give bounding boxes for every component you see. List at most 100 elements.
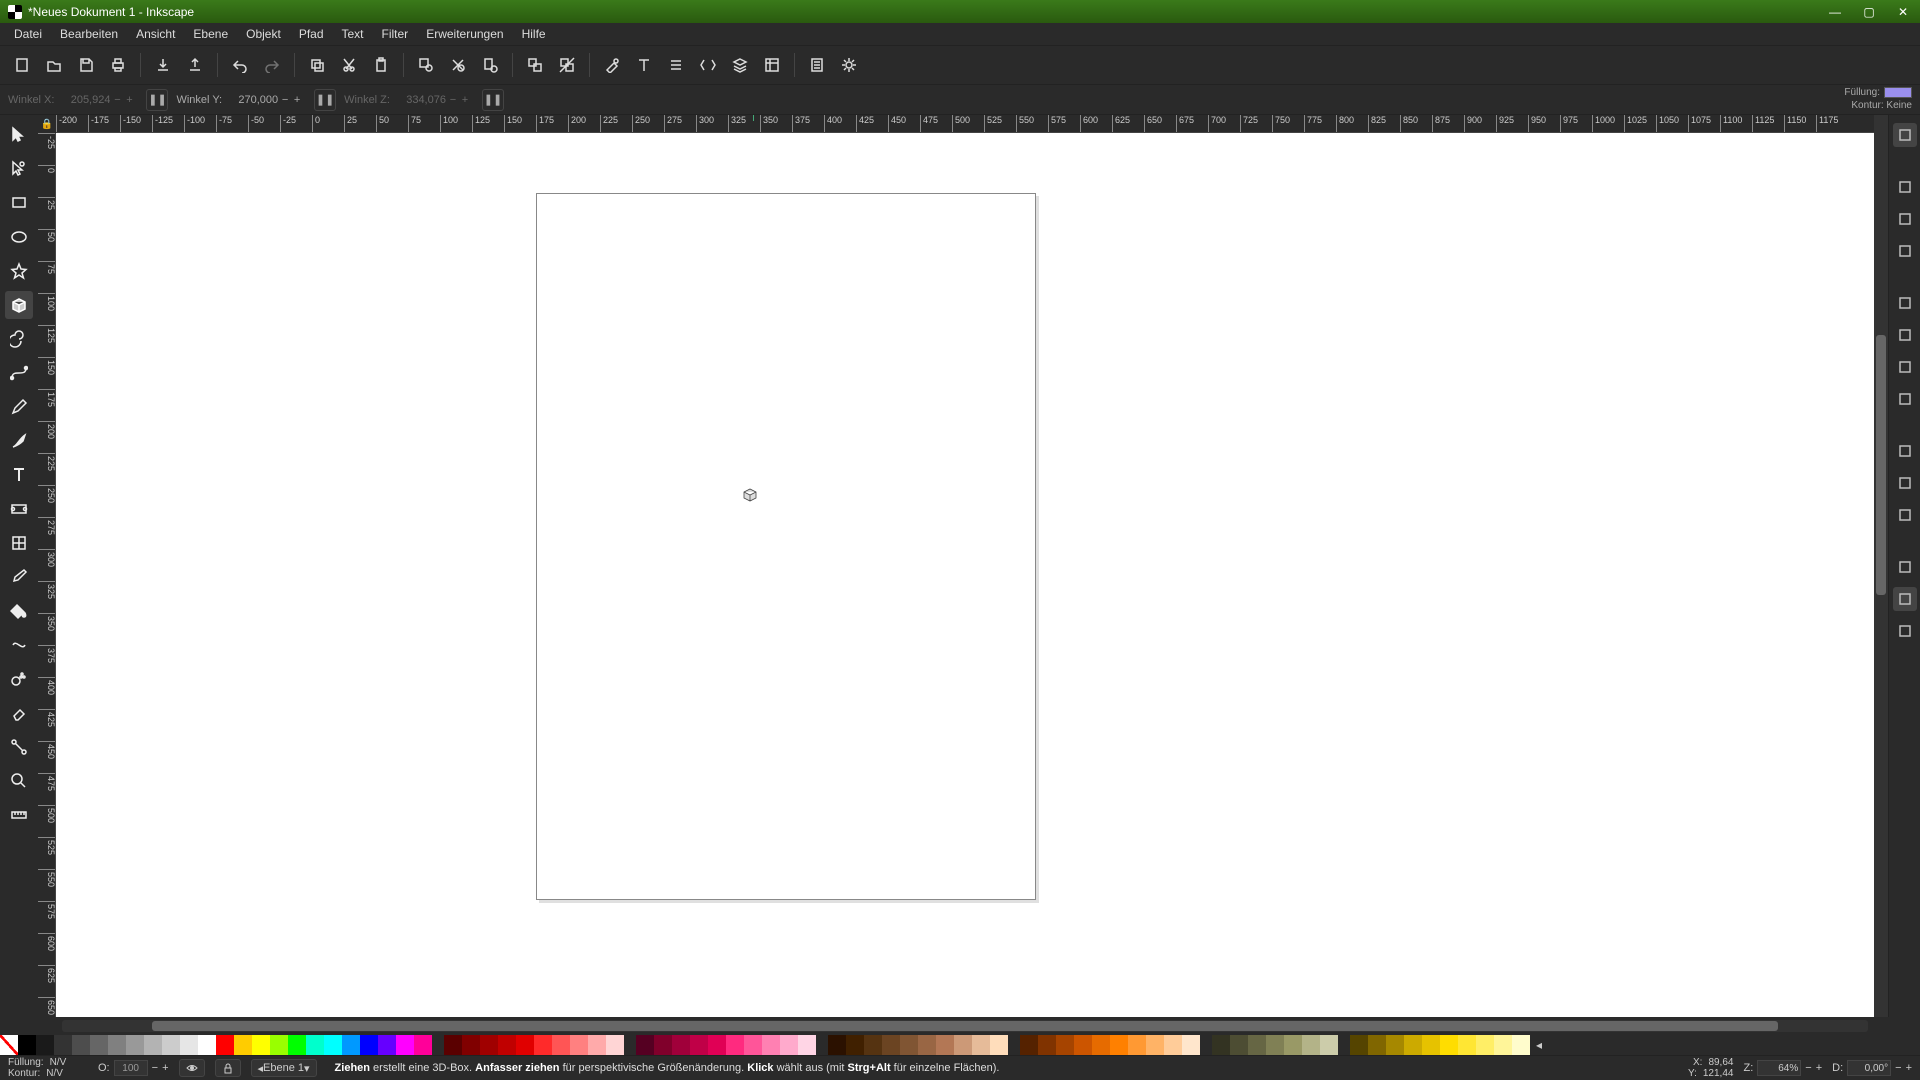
align-button[interactable] (662, 51, 690, 79)
redo-button[interactable] (258, 51, 286, 79)
palette-swatch[interactable] (306, 1035, 324, 1055)
snap-path-button[interactable] (1893, 323, 1917, 347)
palette-swatch[interactable] (708, 1035, 726, 1055)
palette-swatch[interactable] (342, 1035, 360, 1055)
palette-swatch[interactable] (672, 1035, 690, 1055)
zoom-page-button[interactable] (476, 51, 504, 79)
rot-dec[interactable]: − (1895, 1062, 1901, 1074)
tool-dropper[interactable] (5, 563, 33, 591)
palette-swatch[interactable] (990, 1035, 1008, 1055)
rot-input[interactable] (1847, 1060, 1891, 1076)
tool-connector[interactable] (5, 733, 33, 761)
palette-swatch[interactable] (1092, 1035, 1110, 1055)
palette-swatch[interactable] (126, 1035, 144, 1055)
tool-rectangle[interactable] (5, 189, 33, 217)
palette-swatch[interactable] (1302, 1035, 1320, 1055)
maximize-button[interactable]: ▢ (1860, 5, 1878, 19)
palette-swatch[interactable] (1494, 1035, 1512, 1055)
snap-node-button[interactable] (1893, 207, 1917, 231)
preferences-button[interactable] (835, 51, 863, 79)
menu-filter[interactable]: Filter (374, 25, 417, 43)
snap-smooth-button[interactable] (1893, 387, 1917, 411)
paste-button[interactable] (367, 51, 395, 79)
palette-swatch[interactable] (846, 1035, 864, 1055)
palette-swatch[interactable] (462, 1035, 480, 1055)
palette-swatch[interactable] (444, 1035, 462, 1055)
vertical-scrollbar[interactable] (1874, 115, 1888, 1017)
status-fill-value[interactable]: N/V (50, 1057, 67, 1068)
guides-toggle-button[interactable] (1893, 619, 1917, 643)
tool-ellipse[interactable] (5, 223, 33, 251)
opacity-inc[interactable]: + (162, 1062, 168, 1074)
palette-swatch[interactable] (1440, 1035, 1458, 1055)
palette-swatch[interactable] (1284, 1035, 1302, 1055)
palette-swatch[interactable] (762, 1035, 780, 1055)
snap-object-button[interactable] (1893, 291, 1917, 315)
tool-calligraphy[interactable] (5, 427, 33, 455)
palette-swatch[interactable] (516, 1035, 534, 1055)
vp-z-toggle[interactable]: ❚❚ (482, 89, 504, 111)
palette-swatch[interactable] (1164, 1035, 1182, 1055)
palette-swatch[interactable] (1182, 1035, 1200, 1055)
opt-fill-swatch[interactable] (1884, 87, 1912, 98)
horizontal-ruler[interactable]: -200-175-150-125-100-75-50-2502550751001… (56, 115, 1874, 133)
menu-ebene[interactable]: Ebene (185, 25, 236, 43)
angle-y-inc[interactable]: + (292, 94, 302, 106)
open-file-button[interactable] (40, 51, 68, 79)
palette-swatch[interactable] (54, 1035, 72, 1055)
menu-erweiterungen[interactable]: Erweiterungen (418, 25, 511, 43)
palette-swatch[interactable] (726, 1035, 744, 1055)
tool-zoom[interactable] (5, 767, 33, 795)
minimize-button[interactable]: — (1826, 5, 1844, 19)
menu-hilfe[interactable]: Hilfe (514, 25, 554, 43)
palette-swatch[interactable] (900, 1035, 918, 1055)
palette-swatch[interactable] (378, 1035, 396, 1055)
palette-swatch[interactable] (864, 1035, 882, 1055)
snap-page-button[interactable] (1893, 439, 1917, 463)
palette-swatch[interactable] (324, 1035, 342, 1055)
tool-spray[interactable] (5, 665, 33, 693)
snap-intersection-button[interactable] (1893, 355, 1917, 379)
menu-pfad[interactable]: Pfad (291, 25, 332, 43)
tool-3dbox[interactable] (5, 291, 33, 319)
palette-swatch[interactable] (882, 1035, 900, 1055)
palette-swatch[interactable] (1266, 1035, 1284, 1055)
clone-button[interactable] (521, 51, 549, 79)
tool-gradient[interactable] (5, 495, 33, 523)
zoom-input[interactable] (1757, 1060, 1801, 1076)
palette-swatch[interactable] (1248, 1035, 1266, 1055)
palette-swatch[interactable] (1038, 1035, 1056, 1055)
export-button[interactable] (181, 51, 209, 79)
angle-y-input[interactable] (226, 94, 278, 106)
palette-swatch[interactable] (1512, 1035, 1530, 1055)
palette-swatch[interactable] (1110, 1035, 1128, 1055)
import-button[interactable] (149, 51, 177, 79)
tool-pencil[interactable] (5, 393, 33, 421)
palette-swatch[interactable] (1386, 1035, 1404, 1055)
zoom-inc[interactable]: + (1816, 1062, 1822, 1074)
palette-swatch[interactable] (198, 1035, 216, 1055)
grid-toggle-button[interactable] (1893, 587, 1917, 611)
palette-swatch[interactable] (1128, 1035, 1146, 1055)
undo-button[interactable] (226, 51, 254, 79)
snap-alignment-button[interactable] (1893, 239, 1917, 263)
tool-spiral[interactable] (5, 325, 33, 353)
tool-selector[interactable] (5, 121, 33, 149)
palette-swatch[interactable] (918, 1035, 936, 1055)
palette-swatch[interactable] (360, 1035, 378, 1055)
status-stroke-value[interactable]: N/V (46, 1068, 63, 1079)
object-properties-button[interactable] (758, 51, 786, 79)
palette-swatch[interactable] (1020, 1035, 1038, 1055)
menu-ansicht[interactable]: Ansicht (128, 25, 183, 43)
palette-swatch[interactable] (1056, 1035, 1074, 1055)
palette-swatch[interactable] (570, 1035, 588, 1055)
text-editor-button[interactable] (630, 51, 658, 79)
vertical-ruler[interactable]: -250255075100125150175200225250275300325… (38, 133, 56, 1017)
cut-button[interactable] (335, 51, 363, 79)
fill-stroke-button[interactable] (598, 51, 626, 79)
palette-swatch[interactable] (954, 1035, 972, 1055)
tool-mesh[interactable] (5, 529, 33, 557)
snap-grid-button[interactable] (1893, 471, 1917, 495)
snap-center-button[interactable] (1893, 555, 1917, 579)
palette-swatch[interactable] (828, 1035, 846, 1055)
